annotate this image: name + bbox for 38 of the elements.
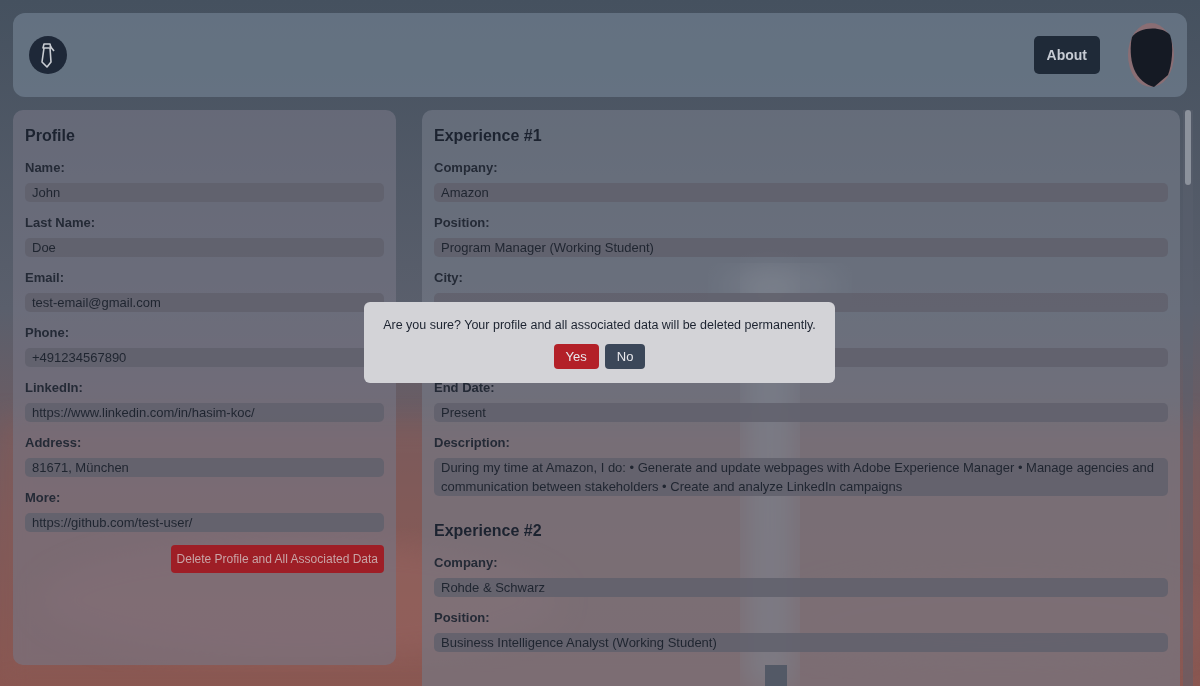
input-field[interactable]: 81671, München	[25, 458, 384, 477]
input-field[interactable]: Program Manager (Working Student)	[434, 238, 1168, 257]
input-field[interactable]: Business Intelligence Analyst (Working Student)	[434, 633, 1168, 652]
about-button[interactable]: About	[1033, 36, 1100, 74]
field-label: Name:	[25, 160, 66, 176]
dialog-message: Are you sure? Your profile and all associated data will be deleted permanently.	[383, 318, 816, 332]
input-field[interactable]: Amazon	[434, 183, 1168, 202]
field-label: City:	[434, 270, 464, 286]
input-field[interactable]: test-email@gmail.com	[25, 293, 384, 312]
field-label: Email:	[25, 270, 65, 286]
section-title: Profile	[25, 127, 76, 145]
delete-profile-button[interactable]: Delete Profile and All Associated Data	[170, 545, 384, 573]
field-label: End Date:	[434, 380, 496, 396]
field-label: Position:	[434, 215, 491, 231]
no-button[interactable]: No	[604, 344, 646, 369]
input-field[interactable]: https://github.com/test-user/	[25, 513, 384, 532]
field-label: Description:	[434, 435, 511, 451]
yes-button[interactable]: Yes	[553, 344, 599, 369]
tie-logo-icon[interactable]	[28, 35, 68, 75]
scrollbar-thumb[interactable]	[1185, 110, 1191, 185]
input-field[interactable]: John	[25, 183, 384, 202]
input-field[interactable]: Doe	[25, 238, 384, 257]
field-label: Company:	[434, 160, 499, 176]
input-field[interactable]: Present	[434, 403, 1168, 422]
field-label: Last Name:	[25, 215, 97, 231]
field-label: LinkedIn:	[25, 380, 84, 396]
input-field[interactable]: https://www.linkedin.com/in/hasim-koc/	[25, 403, 384, 422]
scrollbar[interactable]	[1183, 110, 1193, 686]
field-label: More:	[25, 490, 62, 506]
avatar[interactable]	[1128, 23, 1174, 87]
input-field[interactable]: During my time at Amazon, I do: • Generate and update webpages with Adobe Experience Manager • Manage agencies and communication between stakeholders • Create and analyze LinkedIn campaigns	[434, 458, 1168, 496]
input-field[interactable]: Rohde & Schwarz	[434, 578, 1168, 597]
field-label: Company:	[434, 555, 499, 571]
section-title: Experience #2	[434, 522, 543, 540]
field-label: Position:	[434, 610, 491, 626]
field-label: Address:	[25, 435, 83, 451]
field-label: Phone:	[25, 325, 71, 341]
section-title: Experience #1	[434, 127, 543, 145]
